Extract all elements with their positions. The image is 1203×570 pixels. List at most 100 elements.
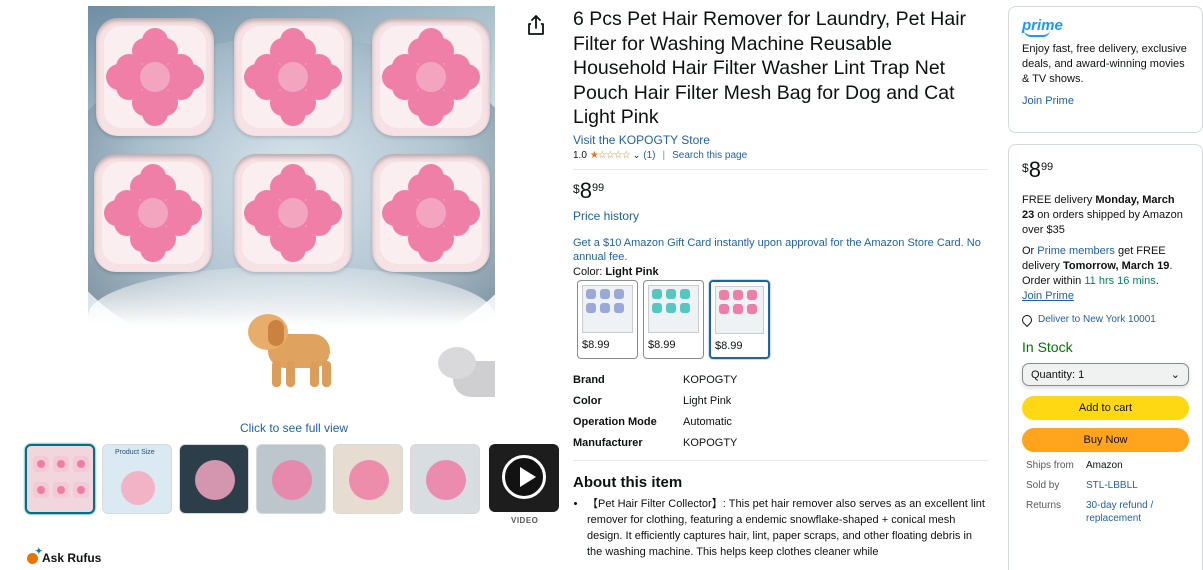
prime-promo-box: prime Enjoy fast, free delivery, exclusi… [1008, 6, 1203, 133]
rating-value: 1.0 [573, 149, 587, 161]
price-fraction: 99 [591, 181, 605, 194]
color-value: Light Pink [605, 265, 659, 278]
puppy-illustration [248, 306, 338, 391]
hair-filter-image [372, 154, 490, 272]
prime-delivery-text: Or Prime members get FREE delivery Tomor… [1022, 244, 1189, 304]
seller-info: Ships from Amazon Sold by STL-LBBLL Returns 3… [1022, 459, 1189, 525]
share-icon[interactable] [526, 14, 546, 36]
price-whole: 8 [579, 177, 592, 203]
product-thumbnail[interactable] [179, 444, 249, 514]
buy-box-price: $ 8 99 [1022, 159, 1189, 181]
product-thumbnail[interactable] [333, 444, 403, 514]
period: . [1155, 275, 1159, 287]
ask-rufus-button[interactable]: Ask Rufus [27, 546, 101, 565]
countdown: 11 hrs 16 mins [1084, 275, 1156, 287]
search-page-link[interactable]: Search this page [672, 150, 747, 161]
info-value[interactable]: 30-day refund / replacement [1086, 499, 1176, 525]
swatch-price: $8.99 [648, 338, 676, 351]
spec-row: Color Light Pink [573, 391, 988, 412]
join-prime-link-2[interactable]: Join Prime [1022, 290, 1074, 302]
spec-value: Automatic [683, 416, 732, 428]
video-label: VIDEO [511, 516, 539, 525]
color-label: Color: [573, 265, 603, 278]
spec-key: Manufacturer [573, 437, 643, 449]
hair-filter-image [234, 154, 352, 272]
hair-filter-image [94, 154, 212, 272]
swatch-image [715, 285, 764, 334]
swatch-price: $8.99 [582, 338, 610, 351]
spec-row: Operation Mode Automatic [573, 412, 988, 433]
cat-illustration [438, 341, 495, 401]
chevron-down-icon[interactable]: ⌄ [633, 150, 641, 161]
quantity-select[interactable]: Quantity: 1 ⌄ [1022, 363, 1189, 386]
hair-filter-image [372, 18, 490, 136]
info-value: Amazon [1086, 460, 1123, 471]
product-thumbnail[interactable] [256, 444, 326, 514]
product-thumbnail[interactable]: Product Size [102, 444, 172, 514]
price: $ 8 99 [573, 177, 988, 203]
click-full-view-link[interactable]: Click to see full view [240, 421, 348, 435]
play-icon [502, 455, 546, 499]
hair-filter-image [234, 18, 352, 136]
info-key: Returns [1026, 500, 1062, 511]
main-product-image[interactable] [88, 6, 495, 413]
prime-description: Enjoy fast, free delivery, exclusive dea… [1022, 43, 1187, 85]
chevron-down-icon: ⌄ [1170, 369, 1180, 381]
info-key: Ships from [1026, 460, 1074, 471]
deliver-to-label: Deliver to New York 10001 [1038, 314, 1156, 325]
buy-box: $ 8 99 FREE delivery Monday, March 23 on… [1008, 144, 1203, 570]
price-history-link[interactable]: Price history [573, 209, 988, 223]
delivery-prefix: FREE delivery [1022, 194, 1096, 206]
media-gallery: Click to see full view Product Size VIDE… [0, 0, 560, 570]
spec-value: Light Pink [683, 395, 732, 407]
buy-now-button[interactable]: Buy Now [1022, 428, 1189, 452]
seller-info-row: Ships from Amazon [1022, 459, 1189, 472]
spec-value: KOPOGTY [683, 437, 738, 449]
fast-delivery-date: Tomorrow, March 19 [1062, 260, 1170, 272]
gift-card-offer[interactable]: Get a $10 Amazon Gift Card instantly upo… [573, 236, 988, 264]
spec-key: Operation Mode [573, 416, 657, 428]
spec-key: Brand [573, 374, 605, 386]
prime-members-link[interactable]: Prime members [1037, 245, 1115, 257]
spec-row: Manufacturer KOPOGTY [573, 433, 988, 454]
divider [573, 168, 988, 170]
rating-row: 1.0 ★☆☆☆☆ ⌄ (1) | Search this page [573, 150, 988, 161]
thumbnail-caption: Product Size [115, 449, 155, 456]
thumbnail-strip: Product Size VIDEO [25, 444, 560, 525]
hair-filter-image [96, 18, 214, 136]
price-fraction: 99 [1040, 161, 1054, 173]
seller-info-row: Sold by STL-LBBLL [1022, 479, 1189, 492]
delivery-suffix: on orders shipped by Amazon over $35 [1022, 209, 1183, 236]
color-swatch[interactable]: $8.99 [643, 279, 704, 359]
price-symbol: $ [1022, 161, 1029, 175]
join-prime-link[interactable]: Join Prime [1022, 95, 1189, 107]
quantity-label: Quantity: 1 [1031, 368, 1085, 381]
video-thumbnail[interactable] [489, 444, 559, 512]
product-thumbnail[interactable] [25, 444, 95, 514]
color-swatch[interactable]: $8.99 [709, 279, 770, 359]
price-whole: 8 [1028, 157, 1041, 182]
product-thumbnail[interactable] [410, 444, 480, 514]
location-pin-icon [1019, 312, 1035, 327]
free-delivery-text: FREE delivery Monday, March 23 on orders… [1022, 193, 1189, 238]
about-title: About this item [573, 473, 683, 491]
visit-store-link[interactable]: Visit the KOPOGTY Store [573, 133, 988, 147]
info-value[interactable]: STL-LBBLL [1086, 479, 1176, 492]
color-swatch[interactable]: $8.99 [577, 279, 638, 359]
about-list: 【Pet Hair Filter Collector】: This pet ha… [573, 496, 988, 560]
product-details: 6 Pcs Pet Hair Remover for Laundry, Pet … [573, 0, 988, 560]
color-swatches: $8.99 $8.99 $8.99 [573, 279, 988, 362]
swatch-image [648, 284, 699, 333]
review-count-link[interactable]: (1) [643, 150, 655, 161]
stock-status: In Stock [1022, 339, 1073, 355]
add-to-cart-button[interactable]: Add to cart [1022, 396, 1189, 420]
deliver-to-link[interactable]: Deliver to New York 10001 [1019, 312, 1189, 327]
or-text: Or [1022, 245, 1038, 257]
product-title: 6 Pcs Pet Hair Remover for Laundry, Pet … [573, 8, 967, 128]
separator: | [662, 149, 666, 161]
seller-info-row: Returns 30-day refund / replacement [1022, 499, 1189, 525]
star-rating-icon[interactable]: ★☆☆☆☆ [590, 150, 631, 161]
prime-logo: prime [1022, 17, 1063, 37]
divider [573, 459, 988, 461]
spec-row: Brand KOPOGTY [573, 370, 988, 391]
